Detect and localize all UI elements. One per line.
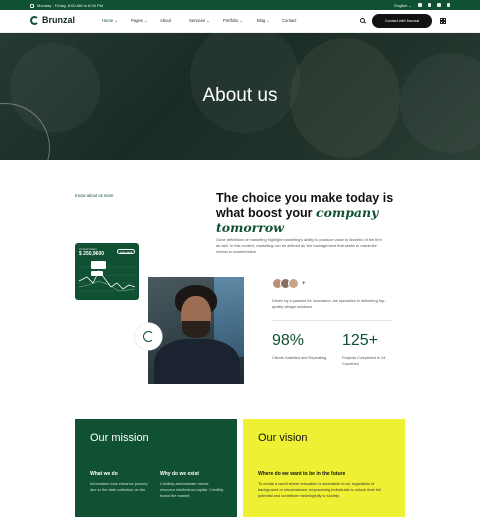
plus-icon: + [302,280,306,287]
nav-item-label: Home [102,18,114,23]
divider [272,320,392,321]
mission-panel: Our mission What we do Information love … [75,419,237,517]
nav-item-label: Blog [257,18,266,23]
stat-value-projects: 125+ [342,332,379,349]
language-label: English [394,2,408,8]
instagram-icon[interactable] [446,3,450,7]
sales-period-select[interactable]: Last week [117,249,135,254]
nav-item-label: Pages [131,18,143,23]
twitter-icon[interactable] [427,3,431,7]
nav-item-label: Portfolio [223,18,239,23]
chart-tooltip [91,261,106,269]
nav-item-blog[interactable]: Blog ⌄ [257,18,282,23]
nav-menu: Home ⌄ Pages ⌄ About Services ⌄ Portfoli… [102,18,296,23]
mission-why-text: Credibly administrate robust resource in… [160,481,224,499]
logo-mark-icon [143,331,154,342]
nav-item-contact[interactable]: Contact [282,18,296,23]
sales-card-value: $ 250,9600 [79,251,105,257]
logo-mark-icon [30,15,39,25]
top-info-bar: Monday - Friday, 8:00 AM to 6:00 PM Engl… [0,0,480,10]
vision-title: Our vision [258,432,308,444]
brand-logo[interactable]: Brunzal [30,15,75,25]
page-title: About us [202,85,278,106]
rotating-badge [135,323,162,350]
clock-icon [30,3,34,8]
stat-label-projects: Projects Completed in 24 Countries [342,355,386,367]
about-headline: The choice you make today is what boost … [216,191,406,235]
nav-item-pages[interactable]: Pages ⌄ [131,18,160,23]
office-hours-text: Monday - Friday, 8:00 AM to 6:00 PM [37,3,103,8]
team-member-photo [148,277,244,384]
client-avatars: + [272,278,306,289]
sales-chart-card: Overall Sales $ 250,9600 Last week [75,243,139,300]
nav-item-label: Services [189,18,206,23]
brand-name: Brunzal [42,15,76,25]
office-hours: Monday - Friday, 8:00 AM to 6:00 PM [30,3,103,8]
contact-cta-button[interactable]: Contact with brunzal [372,14,432,28]
driven-text: Driven by a passion for innovation, we s… [272,298,386,310]
main-navbar: Brunzal Home ⌄ Pages ⌄ About Services ⌄ … [0,10,480,33]
nav-item-portfolio[interactable]: Portfolio ⌄ [223,18,257,23]
search-icon[interactable] [360,18,365,23]
mission-title: Our mission [90,432,149,444]
facebook-icon[interactable] [418,3,422,7]
mission-what-heading: What we do [90,471,118,477]
nav-item-home[interactable]: Home ⌄ [102,18,131,23]
about-description: Gone definitions of marketing highlight … [216,237,382,254]
mission-why-heading: Why do we exist [160,471,199,477]
nav-item-about[interactable]: About [160,18,189,23]
know-more-link[interactable]: Know about us more [75,193,113,198]
grid-menu-icon[interactable] [440,18,446,24]
vision-panel: Our vision Where do we want to be in the… [243,419,405,517]
stat-label-satisfied: Clients Satisfied and Repeating [272,355,327,360]
sales-line-chart [79,266,135,292]
vision-heading: Where do we want to be in the future [258,471,346,477]
language-selector[interactable]: English ⌄ [394,3,412,8]
mission-what-text: Information love enhance journey due to … [90,481,148,493]
hero-banner: About us [0,33,480,160]
vision-text: To create a world where education is acc… [258,481,381,499]
linkedin-icon[interactable] [437,3,441,7]
nav-item-services[interactable]: Services ⌄ [189,18,223,23]
chart-tooltip [91,271,103,276]
avatar [288,278,299,289]
stat-value-satisfied: 98% [272,332,305,349]
